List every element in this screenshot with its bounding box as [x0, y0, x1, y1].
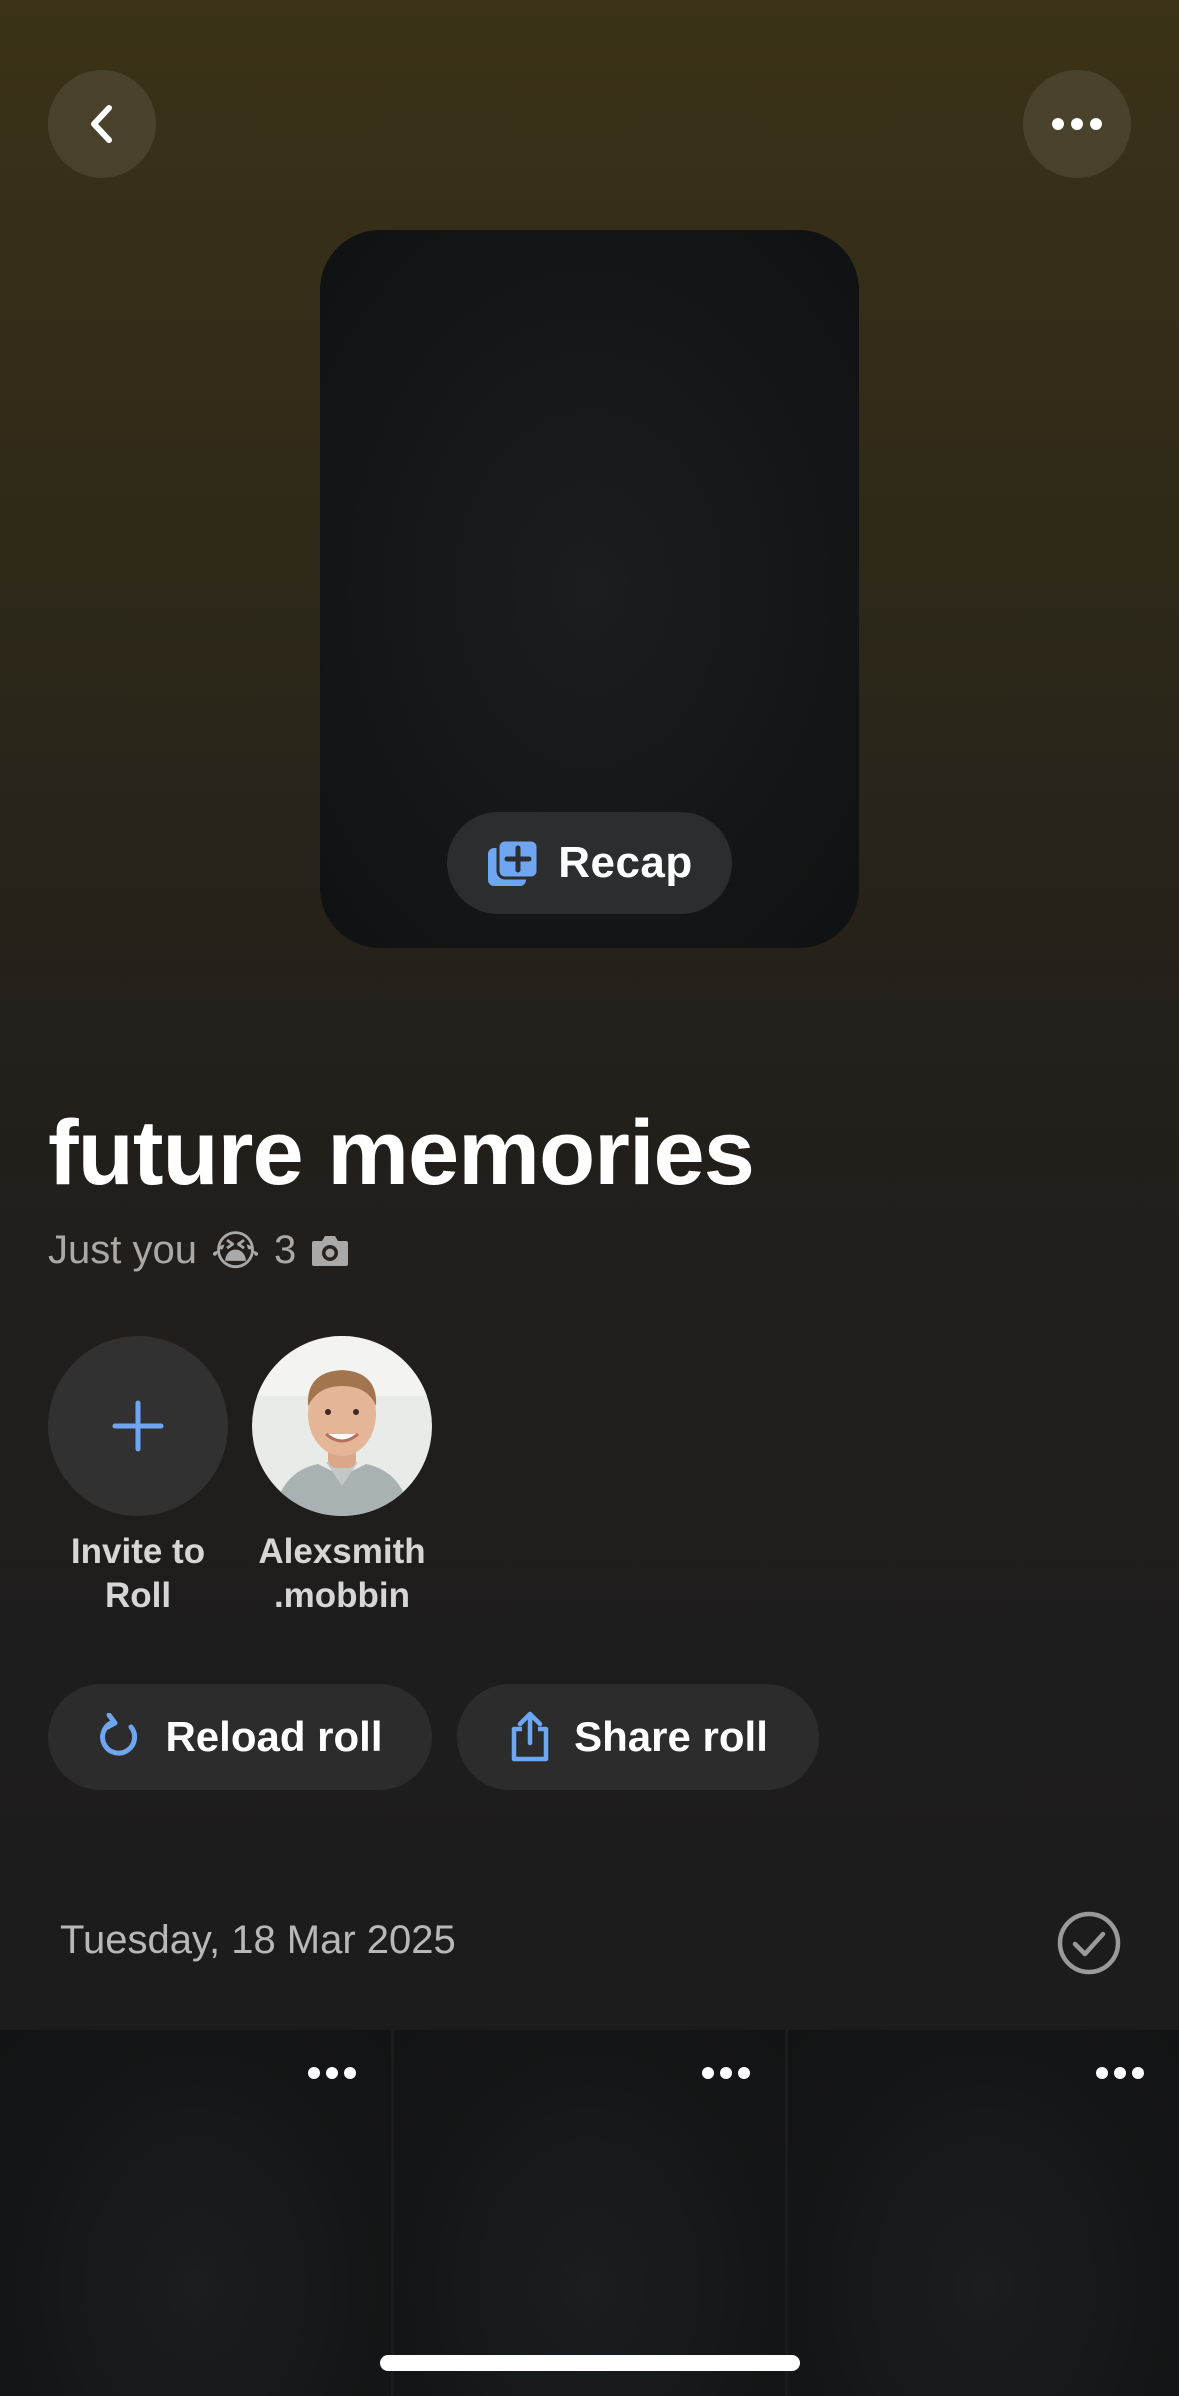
photo-count: 3 [274, 1227, 297, 1272]
ellipsis-icon[interactable] [701, 2066, 751, 2080]
share-icon [511, 1711, 549, 1762]
ellipsis-icon[interactable] [1095, 2066, 1145, 2080]
plus-icon [112, 1400, 164, 1452]
photo-add-icon [488, 838, 540, 886]
reload-icon [100, 1713, 138, 1756]
photo-grid [0, 2030, 1179, 2396]
reload-roll-button[interactable]: Reload roll [48, 1684, 432, 1790]
camera-icon [312, 1236, 349, 1266]
photo-tile[interactable] [0, 2030, 391, 2396]
roll-subtitle: Just you 😭 3 [48, 1222, 350, 1278]
share-label: Share roll [574, 1713, 768, 1760]
photo-tile[interactable] [788, 2030, 1179, 2396]
chevron-left-icon [91, 105, 112, 143]
member-alexsmith[interactable]: Alexsmith .mobbin [252, 1336, 432, 1618]
back-button[interactable] [48, 70, 156, 178]
avatar[interactable] [252, 1336, 432, 1516]
home-indicator [380, 2355, 800, 2371]
share-roll-button[interactable]: Share roll [457, 1684, 819, 1790]
invite-circle[interactable] [48, 1336, 228, 1516]
crying-emoji: 😭 [210, 1226, 261, 1274]
ellipsis-icon[interactable] [307, 2066, 357, 2080]
ellipsis-icon [1052, 118, 1102, 130]
roll-title: future memories [48, 1102, 755, 1204]
member-name: Alexsmith .mobbin [258, 1532, 426, 1615]
photo-tile[interactable] [394, 2030, 785, 2396]
invite-to-roll-button[interactable]: Invite to Roll [48, 1336, 228, 1618]
section-date: Tuesday, 18 Mar 2025 [60, 1918, 456, 1962]
select-check-icon[interactable] [1056, 1910, 1122, 1976]
recap-button[interactable]: Recap [447, 812, 732, 914]
recap-label: Recap [558, 838, 693, 887]
more-options-button[interactable] [1023, 70, 1131, 178]
reload-label: Reload roll [165, 1713, 383, 1760]
avatar-image [252, 1336, 432, 1516]
invite-label: Invite to Roll [70, 1532, 206, 1615]
members-text: Just you [48, 1227, 197, 1272]
